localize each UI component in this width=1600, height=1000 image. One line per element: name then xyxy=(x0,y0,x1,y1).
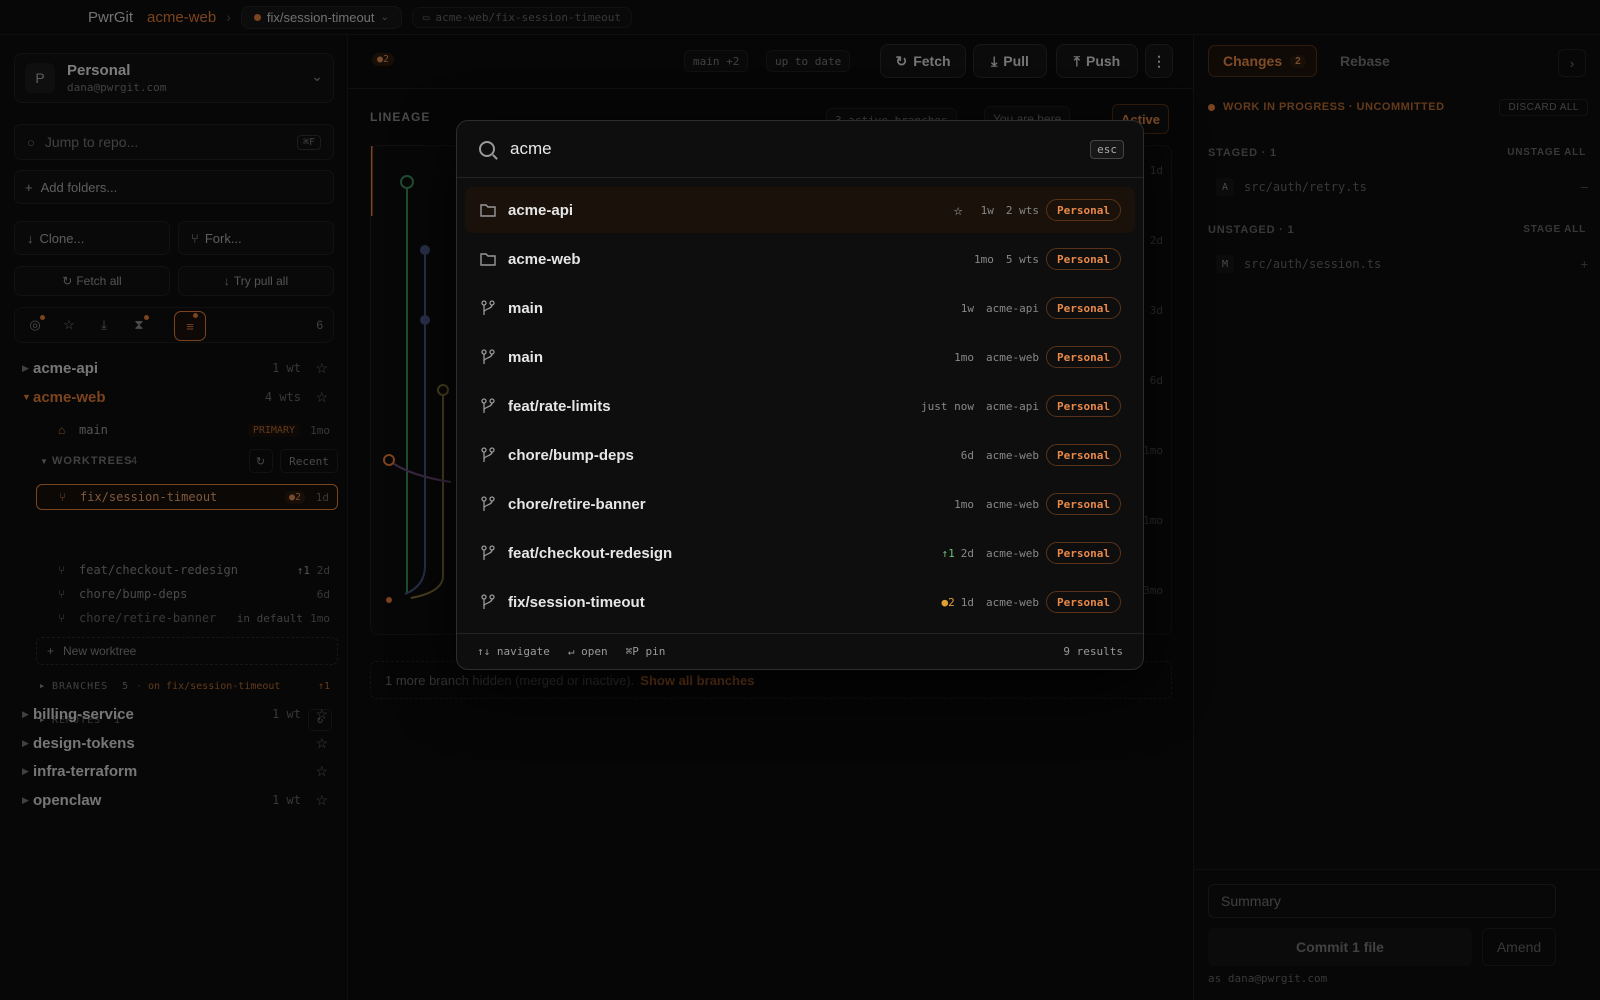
branch-icon xyxy=(479,544,497,562)
result-item[interactable]: feat/checkout-redesign ↑1 2d acme-web Person… xyxy=(465,530,1135,576)
result-item[interactable]: fix/session-timeout ●2 1d acme-web Personal xyxy=(465,579,1135,625)
result-meta: 1w acme-api xyxy=(961,302,1039,315)
result-label: acme-web xyxy=(508,250,581,268)
result-label: feat/rate-limits xyxy=(508,397,611,415)
star-icon[interactable]: ☆ xyxy=(954,201,963,219)
result-info: acme-web xyxy=(986,546,1039,560)
search-query[interactable]: acme xyxy=(510,139,552,159)
result-meta: ☆ 1w 2 wts xyxy=(954,201,1039,219)
palette-search[interactable]: acme esc xyxy=(457,121,1143,178)
pin-hint: ⌘P pin xyxy=(625,645,666,658)
account-tag: Personal xyxy=(1046,591,1121,613)
result-label: main xyxy=(508,348,544,366)
result-meta: ●2 1d acme-web xyxy=(942,596,1039,609)
result-age: 1mo xyxy=(974,252,994,266)
result-item[interactable]: main 1mo acme-web Personal xyxy=(465,334,1135,380)
branch-icon xyxy=(479,446,497,464)
branch-icon xyxy=(479,299,497,317)
account-tag: Personal xyxy=(1046,444,1121,466)
account-tag: Personal xyxy=(1046,297,1121,319)
result-age: 1w xyxy=(960,301,975,315)
account-tag: Personal xyxy=(1046,199,1121,221)
search-icon-handle xyxy=(492,154,498,160)
result-age: 1d xyxy=(960,595,975,609)
result-item[interactable]: feat/rate-limits just now acme-api Personal xyxy=(465,383,1135,429)
result-label: acme-api xyxy=(508,201,574,219)
account-tag: Personal xyxy=(1046,493,1121,515)
result-info: acme-api xyxy=(986,301,1039,315)
result-meta: just now acme-api xyxy=(921,400,1039,413)
result-meta: 1mo acme-web xyxy=(954,498,1039,511)
result-item[interactable]: acme-api ☆ 1w 2 wts Personal xyxy=(465,187,1135,233)
result-item[interactable]: chore/retire-banner 1mo acme-web Personal xyxy=(465,481,1135,527)
result-age: 2d xyxy=(960,546,975,560)
result-label: main xyxy=(508,299,544,317)
result-meta: 6d acme-web xyxy=(961,449,1039,462)
result-extra: ●2 xyxy=(941,595,955,609)
result-item[interactable]: main 1w acme-api Personal xyxy=(465,285,1135,331)
result-meta: 1mo 5 wts xyxy=(974,253,1039,266)
result-info: 5 wts xyxy=(1005,252,1039,266)
result-age: 1mo xyxy=(954,497,975,511)
result-label: chore/bump-deps xyxy=(508,446,634,464)
result-info: acme-web xyxy=(986,595,1039,609)
result-meta: ↑1 2d acme-web xyxy=(942,547,1039,560)
result-age: just now xyxy=(921,399,975,413)
palette-footer: ↑↓ navigate ↵ open ⌘P pin 9 results xyxy=(457,633,1143,669)
result-label: fix/session-timeout xyxy=(508,593,645,611)
account-tag: Personal xyxy=(1046,542,1121,564)
folder-icon xyxy=(479,250,497,268)
result-age: 6d xyxy=(960,448,975,462)
command-palette: acme esc acme-api ☆ 1w 2 wts Personal acme-we… xyxy=(456,120,1144,670)
result-info: acme-web xyxy=(986,350,1039,364)
folder-icon xyxy=(479,201,497,219)
result-info: acme-web xyxy=(986,497,1039,511)
open-hint: ↵ open xyxy=(567,645,608,658)
result-info: acme-web xyxy=(986,448,1039,462)
branch-icon xyxy=(479,593,497,611)
result-age: 1w xyxy=(980,203,994,217)
result-info: acme-api xyxy=(986,399,1039,413)
result-meta: 1mo acme-web xyxy=(954,351,1039,364)
result-item[interactable]: chore/bump-deps 6d acme-web Personal xyxy=(465,432,1135,478)
result-extra: ↑1 xyxy=(941,546,955,560)
results-count: 9 results xyxy=(1063,645,1123,658)
account-tag: Personal xyxy=(1046,346,1121,368)
esc-key-hint[interactable]: esc xyxy=(1090,140,1124,159)
result-info: 2 wts xyxy=(1005,203,1039,217)
navigate-hint: ↑↓ navigate xyxy=(477,645,550,658)
branch-icon xyxy=(479,495,497,513)
result-label: feat/checkout-redesign xyxy=(508,544,673,562)
account-tag: Personal xyxy=(1046,395,1121,417)
result-item[interactable]: acme-web 1mo 5 wts Personal xyxy=(465,236,1135,282)
account-tag: Personal xyxy=(1046,248,1121,270)
result-label: chore/retire-banner xyxy=(508,495,646,513)
branch-icon xyxy=(479,397,497,415)
branch-icon xyxy=(479,348,497,366)
result-age: 1mo xyxy=(954,350,975,364)
